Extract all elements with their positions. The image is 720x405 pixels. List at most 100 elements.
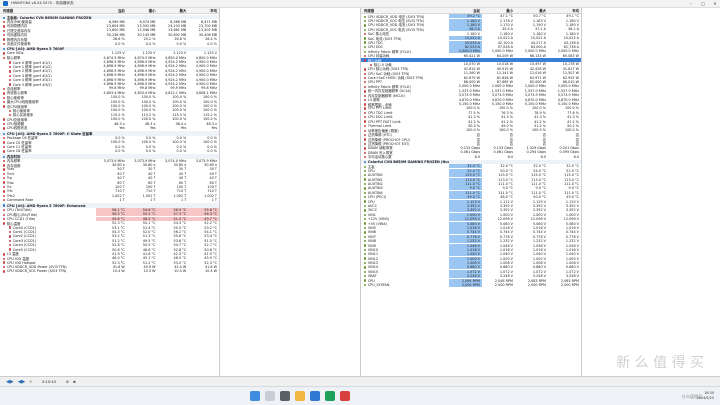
sensor-value: 3.248 V bbox=[565, 274, 579, 279]
column-header[interactable]: 最大 bbox=[515, 8, 548, 13]
nav-left-icon[interactable]: ◀▶ bbox=[6, 379, 14, 385]
app-icon[interactable] bbox=[325, 391, 335, 401]
column-header[interactable]: 平均 bbox=[548, 8, 581, 13]
sensor-value: 1.178 V bbox=[499, 18, 513, 23]
sensor-value: 1,537.0 MHz bbox=[458, 88, 480, 93]
sensor-row[interactable]: CPU线程状态 Yes Yes Yes Yes bbox=[0, 126, 219, 130]
sensor-value: 55.8 °C bbox=[188, 207, 219, 212]
minimize-button[interactable]: – bbox=[688, 1, 694, 6]
sensor-value: 1.016 V bbox=[449, 247, 482, 252]
sensor-row[interactable]: 平均活动核心数 6.0 6.0 6.0 6.0 bbox=[361, 155, 581, 159]
sensor-icon bbox=[364, 217, 367, 221]
sensor-value: 113.0 °C bbox=[531, 177, 546, 182]
sensor-pane-right[interactable]: 传感器 当前 最小 最大 平均 CPU VDDCR_VDD 电压 (SVI3 TFN) 49… bbox=[360, 8, 582, 376]
sensor-value: 0.294 Gbps bbox=[526, 150, 546, 155]
sensor-value: 1.123 V bbox=[449, 199, 482, 204]
sensor-value: 13,600 MB bbox=[106, 28, 125, 33]
sensor-value: 0.776 V bbox=[532, 234, 546, 239]
column-header[interactable]: 平均 bbox=[188, 8, 219, 13]
maximize-button[interactable]: □ bbox=[700, 1, 706, 6]
sensor-value: 65.021 W bbox=[463, 53, 480, 58]
sensor-value: 1,537.0 MHz bbox=[557, 88, 579, 93]
sensor-value: 54.0 °C bbox=[533, 168, 546, 173]
edge-icon[interactable] bbox=[310, 391, 320, 401]
sensor-value: 1.125 V bbox=[111, 51, 125, 56]
hwinfo-taskbar-icon[interactable] bbox=[340, 391, 350, 401]
sensor-value: 100 T bbox=[176, 185, 187, 190]
column-header[interactable]: 传感器 bbox=[361, 8, 449, 13]
sensor-value: 1.112 V bbox=[499, 199, 513, 204]
sensor-value: 60 T bbox=[209, 180, 217, 185]
sensor-name: VIN8 bbox=[367, 239, 376, 244]
column-header[interactable]: 最大 bbox=[158, 8, 189, 13]
sensor-value: 3,073.9 MHz bbox=[524, 93, 546, 98]
sensor-row[interactable]: Core C6 驻留率 0.0 % 0.0 % 0.0 % 0.0 % bbox=[0, 149, 219, 153]
sensor-icon bbox=[364, 45, 367, 49]
sensor-value: 115.0 °C bbox=[498, 173, 513, 178]
sensor-value: 10.4 W bbox=[205, 269, 217, 274]
column-header[interactable]: 当前 bbox=[449, 8, 482, 13]
sensor-value: 4,898.9 MHz bbox=[103, 73, 125, 78]
task-view-icon[interactable] bbox=[280, 391, 290, 401]
sensor-name: Core3 (CCD1) bbox=[12, 238, 37, 243]
start-icon[interactable] bbox=[250, 391, 260, 401]
sensor-value: 55.6 °C bbox=[173, 234, 187, 239]
column-header[interactable]: 当前 bbox=[96, 8, 127, 13]
sensor-value: 41.3 % bbox=[501, 115, 513, 120]
sensor-value: 3.392 V bbox=[532, 208, 546, 213]
sensor-value: 60 T bbox=[178, 180, 187, 185]
sensor-row[interactable]: CPU VDDCR_SOC Power (SVI3 TFN) 10.4 W 10.3… bbox=[0, 269, 219, 273]
sensor-value: 113.0 °C bbox=[449, 177, 482, 182]
sensor-value: 30.80 x bbox=[142, 163, 156, 168]
sensor-value: 2,000 RPM bbox=[449, 283, 482, 288]
sensor-value: 56.2 °C bbox=[173, 229, 187, 234]
column-header[interactable]: 最小 bbox=[482, 8, 515, 13]
sensor-row[interactable]: 页面文件使用率 0.0 % 0.0 % 0.0 % 0.0 % bbox=[0, 41, 219, 46]
sensor-value: 4,874.5 MHz bbox=[103, 55, 125, 60]
sensor-row[interactable]: Command Rate 1 T 1 T 1 T 1 T bbox=[0, 198, 219, 202]
sensor-value: 49.5 °C bbox=[142, 238, 156, 243]
sensor-value: 50.2 % bbox=[567, 123, 579, 128]
sensor-value: 9.0 °C bbox=[449, 186, 482, 191]
sensor-value: 0.680 V bbox=[532, 265, 546, 270]
close-button[interactable]: ✕ bbox=[712, 1, 718, 6]
settings-icon[interactable]: ⚙ bbox=[66, 380, 69, 384]
sensor-value: 2,000.0 MHz bbox=[491, 84, 513, 89]
column-header-row[interactable]: 传感器 当前 最小 最大 平均 bbox=[0, 8, 219, 14]
reset-icon[interactable]: ✖ bbox=[73, 380, 76, 384]
sensor-row[interactable]: CPU_SYSFAN 2,000 RPM 2,000 RPM 2,000 RPM 2,0… bbox=[361, 283, 581, 288]
sensor-value: 0.744 V bbox=[532, 230, 546, 235]
sensor-icon bbox=[364, 270, 367, 274]
sensor-icon bbox=[364, 76, 367, 80]
sensor-value: 42,100 A bbox=[497, 40, 513, 45]
search-icon[interactable] bbox=[265, 391, 275, 401]
explorer-icon[interactable] bbox=[295, 391, 305, 401]
sensor-value: 30,892 MB bbox=[168, 32, 187, 37]
sensor-value: 40 T bbox=[148, 171, 156, 176]
sensor-value: 4,898.9 MHz bbox=[103, 68, 125, 73]
sensor-value: 1.000 V bbox=[499, 212, 513, 217]
sensor-value: 111.0 °C bbox=[564, 190, 579, 195]
column-header[interactable]: 最小 bbox=[127, 8, 158, 13]
clock-icon: ⏱ bbox=[29, 379, 33, 384]
sensor-value: 111.0 °C bbox=[449, 182, 482, 187]
sensor-value: 10,022 A bbox=[563, 36, 579, 41]
sensor-value: 30,406 MB bbox=[198, 32, 217, 37]
sensor-value: 1.180 V bbox=[565, 22, 579, 27]
sensor-value: 115.2 % bbox=[141, 112, 156, 117]
sensor-value: 25.2 % bbox=[143, 37, 156, 42]
sensor-value: 42.428 W bbox=[529, 66, 546, 71]
column-header[interactable]: 传感器 bbox=[0, 8, 96, 13]
sensor-value: 9.0 °C bbox=[502, 186, 513, 191]
sensor-icon bbox=[364, 165, 367, 169]
nav-right-icon[interactable]: ◀▶ bbox=[18, 379, 26, 385]
sensor-value: 53.4 °C bbox=[204, 234, 217, 239]
sensor-value: 2,083 RPM bbox=[527, 278, 546, 283]
sensor-value: 1,537.0 MHz bbox=[524, 88, 546, 93]
sensor-pane-left[interactable]: 传感器 当前 最小 最大 平均 主板板: Colorful CVN B650M GAMIN… bbox=[0, 8, 220, 376]
sensor-value: 1.072 V bbox=[499, 269, 513, 274]
sensor-value: 4,900.0 MHz bbox=[195, 64, 217, 69]
sensor-value: 3,073.9 MHz bbox=[491, 93, 513, 98]
sensor-value: 56.3 °C bbox=[188, 212, 219, 217]
sensor-icon bbox=[364, 191, 367, 194]
